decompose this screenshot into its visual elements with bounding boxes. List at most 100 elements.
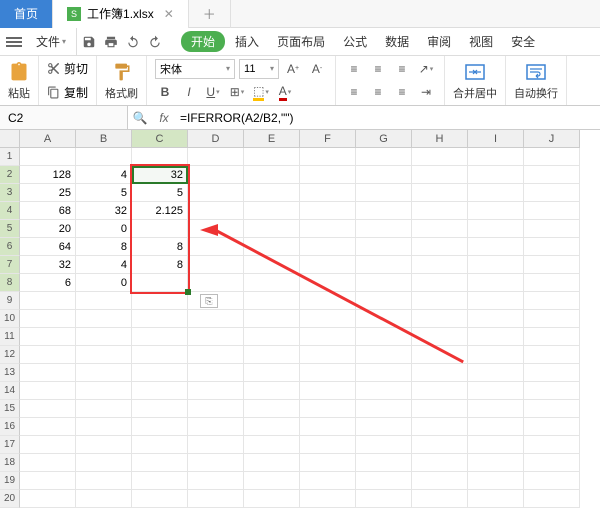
paste-options-button[interactable]: ⎘ bbox=[200, 294, 218, 308]
cell-I7[interactable] bbox=[468, 256, 524, 274]
cell-G4[interactable] bbox=[356, 202, 412, 220]
cell-F1[interactable] bbox=[300, 148, 356, 166]
cell-J3[interactable] bbox=[524, 184, 580, 202]
cell-B17[interactable] bbox=[76, 436, 132, 454]
cell-F3[interactable] bbox=[300, 184, 356, 202]
italic-button[interactable]: I bbox=[179, 82, 199, 102]
col-header-G[interactable]: G bbox=[356, 130, 412, 148]
cell-E14[interactable] bbox=[244, 382, 300, 400]
cell-I12[interactable] bbox=[468, 346, 524, 364]
cell-A11[interactable] bbox=[20, 328, 76, 346]
menu-pagelayout[interactable]: 页面布局 bbox=[269, 28, 333, 56]
row-header-16[interactable]: 16 bbox=[0, 418, 20, 436]
cell-B12[interactable] bbox=[76, 346, 132, 364]
cell-D4[interactable] bbox=[188, 202, 244, 220]
cell-B5[interactable]: 0 bbox=[76, 220, 132, 238]
zoom-icon[interactable]: 🔍 bbox=[128, 111, 152, 125]
cell-F2[interactable] bbox=[300, 166, 356, 184]
cell-I5[interactable] bbox=[468, 220, 524, 238]
cell-I14[interactable] bbox=[468, 382, 524, 400]
row-header-19[interactable]: 19 bbox=[0, 472, 20, 490]
cell-E8[interactable] bbox=[244, 274, 300, 292]
cell-G5[interactable] bbox=[356, 220, 412, 238]
cell-B1[interactable] bbox=[76, 148, 132, 166]
align-bottom-icon[interactable]: ≡ bbox=[392, 59, 412, 79]
cell-F14[interactable] bbox=[300, 382, 356, 400]
cell-A16[interactable] bbox=[20, 418, 76, 436]
cell-H3[interactable] bbox=[412, 184, 468, 202]
cell-F17[interactable] bbox=[300, 436, 356, 454]
cell-G14[interactable] bbox=[356, 382, 412, 400]
cell-B7[interactable]: 4 bbox=[76, 256, 132, 274]
cell-H5[interactable] bbox=[412, 220, 468, 238]
cell-C13[interactable] bbox=[132, 364, 188, 382]
cell-E19[interactable] bbox=[244, 472, 300, 490]
row-header-7[interactable]: 7 bbox=[0, 256, 20, 274]
cell-H4[interactable] bbox=[412, 202, 468, 220]
tab-home[interactable]: 首页 bbox=[0, 0, 53, 28]
wrap-group[interactable]: 自动换行 bbox=[506, 56, 567, 105]
row-header-4[interactable]: 4 bbox=[0, 202, 20, 220]
cell-E1[interactable] bbox=[244, 148, 300, 166]
cell-H8[interactable] bbox=[412, 274, 468, 292]
redo-icon[interactable] bbox=[145, 32, 165, 52]
cell-H6[interactable] bbox=[412, 238, 468, 256]
cell-H7[interactable] bbox=[412, 256, 468, 274]
cell-I18[interactable] bbox=[468, 454, 524, 472]
cell-C10[interactable] bbox=[132, 310, 188, 328]
cell-B4[interactable]: 32 bbox=[76, 202, 132, 220]
col-header-J[interactable]: J bbox=[524, 130, 580, 148]
cell-C12[interactable] bbox=[132, 346, 188, 364]
print-icon[interactable] bbox=[101, 32, 121, 52]
menu-start[interactable]: 开始 bbox=[181, 31, 225, 52]
cell-A1[interactable] bbox=[20, 148, 76, 166]
col-header-A[interactable]: A bbox=[20, 130, 76, 148]
cell-G1[interactable] bbox=[356, 148, 412, 166]
cell-J8[interactable] bbox=[524, 274, 580, 292]
cell-G15[interactable] bbox=[356, 400, 412, 418]
cell-J16[interactable] bbox=[524, 418, 580, 436]
col-header-B[interactable]: B bbox=[76, 130, 132, 148]
cell-E13[interactable] bbox=[244, 364, 300, 382]
cell-E3[interactable] bbox=[244, 184, 300, 202]
cell-H14[interactable] bbox=[412, 382, 468, 400]
row-header-11[interactable]: 11 bbox=[0, 328, 20, 346]
cell-A7[interactable]: 32 bbox=[20, 256, 76, 274]
cell-G13[interactable] bbox=[356, 364, 412, 382]
cell-I8[interactable] bbox=[468, 274, 524, 292]
cell-C20[interactable] bbox=[132, 490, 188, 508]
row-header-5[interactable]: 5 bbox=[0, 220, 20, 238]
cell-C16[interactable] bbox=[132, 418, 188, 436]
paste-group[interactable]: 粘贴 bbox=[0, 56, 39, 105]
cell-B8[interactable]: 0 bbox=[76, 274, 132, 292]
cell-F6[interactable] bbox=[300, 238, 356, 256]
cell-F18[interactable] bbox=[300, 454, 356, 472]
cell-J1[interactable] bbox=[524, 148, 580, 166]
cell-G16[interactable] bbox=[356, 418, 412, 436]
cell-I15[interactable] bbox=[468, 400, 524, 418]
cell-H16[interactable] bbox=[412, 418, 468, 436]
cell-J6[interactable] bbox=[524, 238, 580, 256]
decrease-font-icon[interactable]: A- bbox=[307, 59, 327, 79]
cell-B9[interactable] bbox=[76, 292, 132, 310]
cell-G7[interactable] bbox=[356, 256, 412, 274]
menu-security[interactable]: 安全 bbox=[503, 28, 543, 56]
cell-C9[interactable] bbox=[132, 292, 188, 310]
align-center-icon[interactable]: ≡ bbox=[368, 82, 388, 102]
menu-data[interactable]: 数据 bbox=[377, 28, 417, 56]
cell-I20[interactable] bbox=[468, 490, 524, 508]
cell-D3[interactable] bbox=[188, 184, 244, 202]
cell-D17[interactable] bbox=[188, 436, 244, 454]
cell-B3[interactable]: 5 bbox=[76, 184, 132, 202]
undo-icon[interactable] bbox=[123, 32, 143, 52]
col-header-I[interactable]: I bbox=[468, 130, 524, 148]
cell-E12[interactable] bbox=[244, 346, 300, 364]
row-header-13[interactable]: 13 bbox=[0, 364, 20, 382]
cell-A8[interactable]: 6 bbox=[20, 274, 76, 292]
cell-I2[interactable] bbox=[468, 166, 524, 184]
cell-I9[interactable] bbox=[468, 292, 524, 310]
cell-I19[interactable] bbox=[468, 472, 524, 490]
cell-J2[interactable] bbox=[524, 166, 580, 184]
cell-E10[interactable] bbox=[244, 310, 300, 328]
col-header-D[interactable]: D bbox=[188, 130, 244, 148]
